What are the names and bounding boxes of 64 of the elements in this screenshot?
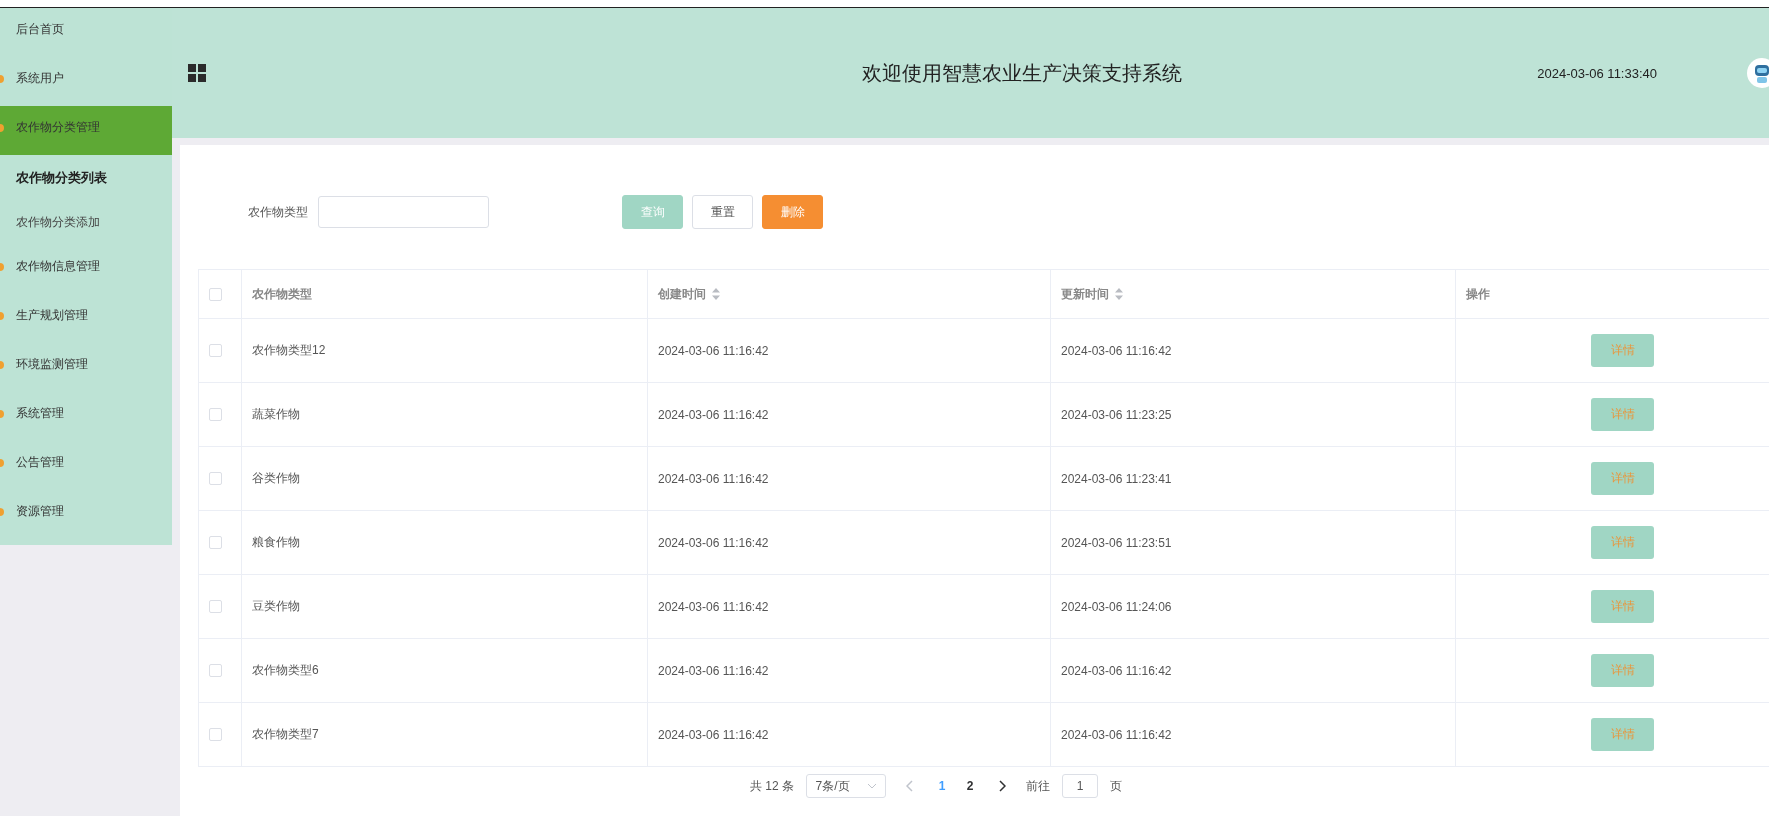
table-cell: 2024-03-06 11:16:42 xyxy=(658,471,769,486)
datetime: 2024-03-06 11:33:40 xyxy=(1537,65,1657,81)
sidebar-item[interactable]: 后台首页 xyxy=(0,8,172,57)
sidebar-item[interactable]: 系统用户 xyxy=(0,57,172,106)
table-cell: 农作物类型6 xyxy=(252,662,319,679)
table-cell: 2024-03-06 11:16:42 xyxy=(658,599,769,614)
grid-menu-icon[interactable] xyxy=(188,64,206,82)
page-suffix: 页 xyxy=(1110,777,1122,795)
previous-page-icon[interactable] xyxy=(906,780,914,792)
table-cell: 2024-03-06 11:16:42 xyxy=(658,663,769,678)
select-all-checkbox[interactable] xyxy=(209,287,222,301)
column-header[interactable]: 更新时间 xyxy=(1061,285,1123,303)
row-checkbox[interactable] xyxy=(209,728,222,741)
sidebar-item[interactable]: 农作物分类管理 xyxy=(0,106,172,155)
filter-label: 农作物类型 xyxy=(248,203,308,221)
table-cell: 2024-03-06 11:16:42 xyxy=(658,535,769,550)
table-cell: 2024-03-06 11:23:51 xyxy=(1061,535,1172,550)
row-checkbox[interactable] xyxy=(209,600,222,613)
table-cell: 2024-03-06 11:23:25 xyxy=(1061,407,1172,422)
table-cell: 2024-03-06 11:16:42 xyxy=(658,727,769,742)
sidebar-item[interactable]: 生产规划管理 xyxy=(0,294,172,343)
row-checkbox[interactable] xyxy=(209,472,222,485)
table-cell: 蔬菜作物 xyxy=(252,406,300,423)
table-cell: 谷类作物 xyxy=(252,470,300,487)
sidebar-item[interactable]: 资源管理 xyxy=(0,490,172,539)
total-count: 共 12 条 xyxy=(750,777,794,795)
column-header[interactable]: 农作物类型 xyxy=(252,285,312,303)
filter-button[interactable]: 重置 xyxy=(692,195,753,229)
table-cell: 豆类作物 xyxy=(252,598,300,615)
system-title: 欢迎使用智慧农业生产决策支持系统 xyxy=(860,60,1183,86)
page-number[interactable]: 2 xyxy=(962,779,978,793)
sidebar-item[interactable]: 公告管理 xyxy=(0,441,172,490)
avatar-icon[interactable] xyxy=(1747,58,1769,88)
goto-label: 前往 xyxy=(1026,777,1050,795)
row-checkbox[interactable] xyxy=(209,408,222,421)
page-size-select[interactable]: 7条/页 xyxy=(806,774,886,798)
column-header[interactable]: 创建时间 xyxy=(658,285,720,303)
table-cell: 2024-03-06 11:23:41 xyxy=(1061,471,1172,486)
row-checkbox[interactable] xyxy=(209,344,222,357)
sidebar-item[interactable]: 系统管理 xyxy=(0,392,172,441)
crop-type-field[interactable] xyxy=(318,196,489,228)
table-cell: 2024-03-06 11:16:42 xyxy=(1061,727,1172,742)
row-checkbox[interactable] xyxy=(209,664,222,677)
sidebar-item[interactable]: 农作物信息管理 xyxy=(0,245,172,294)
submenu-item[interactable]: 农作物分类列表 xyxy=(0,155,172,200)
table-cell: 农作物类型7 xyxy=(252,726,319,743)
sidebar-item[interactable]: 环境监测管理 xyxy=(0,343,172,392)
filter-button[interactable]: 删除 xyxy=(762,195,823,229)
page-number[interactable]: 1 xyxy=(934,779,950,793)
row-checkbox[interactable] xyxy=(209,536,222,549)
table-cell: 2024-03-06 11:16:42 xyxy=(1061,663,1172,678)
submenu-item[interactable]: 农作物分类添加 xyxy=(0,200,172,245)
column-header[interactable]: 操作 xyxy=(1466,285,1490,303)
sort-icon[interactable] xyxy=(712,288,720,300)
next-page-icon[interactable] xyxy=(998,780,1006,792)
table-cell: 粮食作物 xyxy=(252,534,300,551)
goto-page-field[interactable]: 1 xyxy=(1062,774,1098,798)
table-cell: 2024-03-06 11:16:42 xyxy=(658,407,769,422)
table-cell: 2024-03-06 11:16:42 xyxy=(658,343,769,358)
caret-icon[interactable] xyxy=(866,783,877,789)
table-cell: 2024-03-06 11:24:06 xyxy=(1061,599,1172,614)
sort-icon[interactable] xyxy=(1115,288,1123,300)
table-cell: 农作物类型12 xyxy=(252,342,326,359)
table-cell: 2024-03-06 11:16:42 xyxy=(1061,343,1172,358)
